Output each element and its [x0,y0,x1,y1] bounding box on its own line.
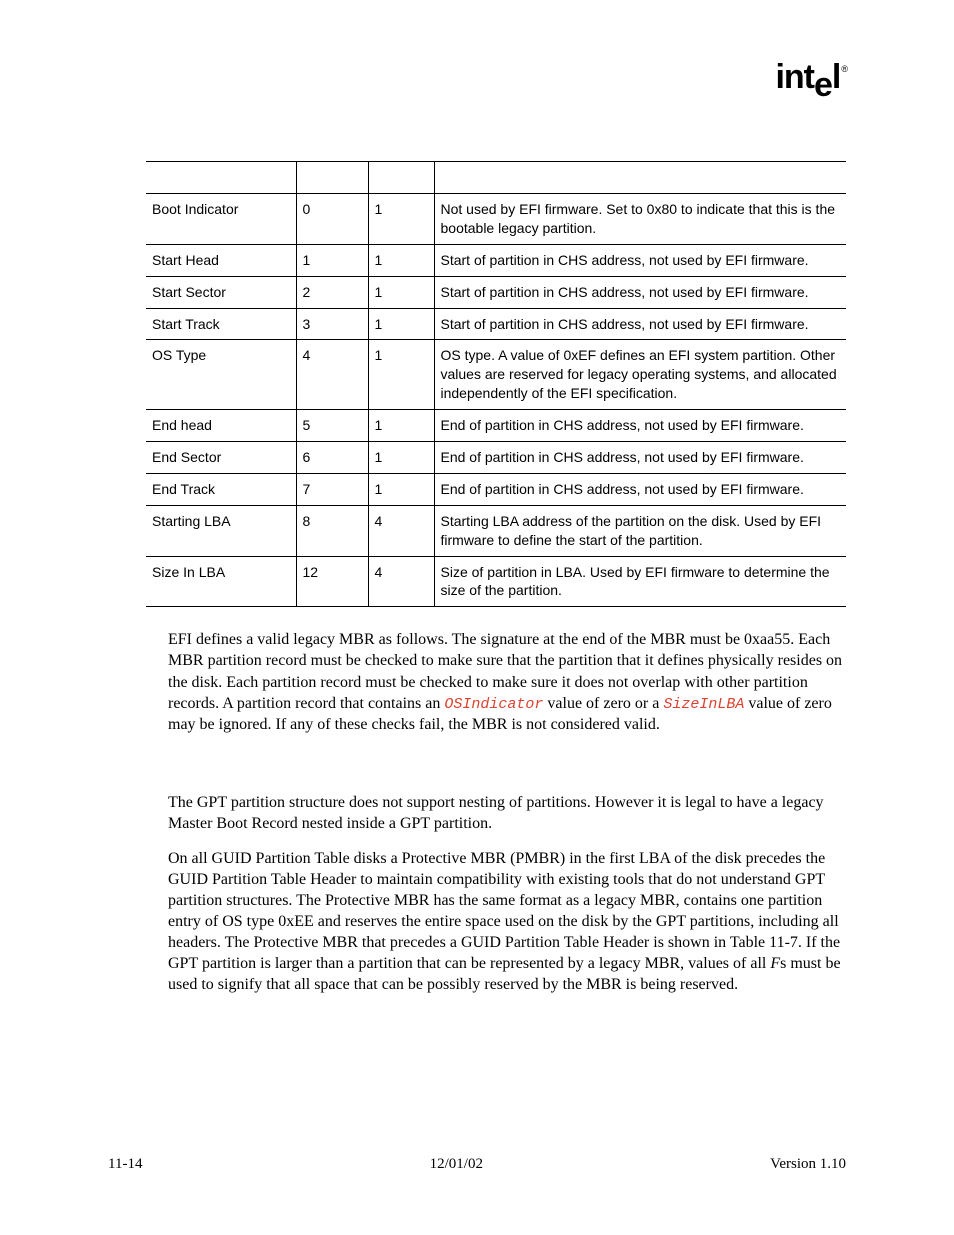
cell-desc: End of partition in CHS address, not use… [434,410,846,442]
paragraph-1: EFI defines a valid legacy MBR as follow… [168,629,848,735]
spacer [108,736,846,770]
col-header [368,162,434,194]
cell-name: End head [146,410,296,442]
registered-icon: ® [841,64,847,74]
table-row: Start Track 3 1 Start of partition in CH… [146,308,846,340]
cell-offset: 8 [296,505,368,556]
table-row: Size In LBA 12 4 Size of partition in LB… [146,556,846,607]
cell-desc: Starting LBA address of the partition on… [434,505,846,556]
cell-name: OS Type [146,340,296,410]
cell-desc: Not used by EFI firmware. Set to 0x80 to… [434,194,846,245]
spec-table: Boot Indicator 0 1 Not used by EFI firmw… [146,161,846,607]
cell-name: Start Track [146,308,296,340]
cell-name: Start Head [146,244,296,276]
cell-name: Start Sector [146,276,296,308]
logo-text-a: int [775,58,814,96]
text: value of zero or a [543,695,663,712]
table-row: End head 5 1 End of partition in CHS add… [146,410,846,442]
table-row: Boot Indicator 0 1 Not used by EFI firmw… [146,194,846,245]
cell-length: 4 [368,505,434,556]
cell-desc: Start of partition in CHS address, not u… [434,244,846,276]
code-osindicator: OSIndicator [444,696,543,713]
cell-length: 1 [368,473,434,505]
paragraph-2: The GPT partition structure does not sup… [168,792,848,834]
cell-name: End Track [146,473,296,505]
cell-offset: 4 [296,340,368,410]
table-row: End Track 7 1 End of partition in CHS ad… [146,473,846,505]
cell-desc: End of partition in CHS address, not use… [434,442,846,474]
logo-text-b: e [814,66,832,104]
cell-offset: 12 [296,556,368,607]
table-row: OS Type 4 1 OS type. A value of 0xEF def… [146,340,846,410]
cell-length: 1 [368,442,434,474]
cell-offset: 6 [296,442,368,474]
cell-desc: Size of partition in LBA. Used by EFI fi… [434,556,846,607]
table-row: Starting LBA 8 4 Starting LBA address of… [146,505,846,556]
cell-offset: 2 [296,276,368,308]
cell-length: 1 [368,340,434,410]
cell-name: End Sector [146,442,296,474]
cell-length: 4 [368,556,434,607]
page-footer: 11-14 12/01/02 Version 1.10 [108,1156,846,1173]
cell-desc: OS type. A value of 0xEF defines an EFI … [434,340,846,410]
cell-desc: Start of partition in CHS address, not u… [434,276,846,308]
intel-logo: intel® [775,58,846,97]
table-row: Start Head 1 1 Start of partition in CHS… [146,244,846,276]
page: intel® Boot Indicator 0 1 Not used by EF… [0,0,954,1235]
cell-offset: 7 [296,473,368,505]
table-row: Start Sector 2 1 Start of partition in C… [146,276,846,308]
cell-length: 1 [368,276,434,308]
cell-desc: Start of partition in CHS address, not u… [434,308,846,340]
cell-offset: 3 [296,308,368,340]
cell-name: Boot Indicator [146,194,296,245]
paragraph-3: On all GUID Partition Table disks a Prot… [168,848,848,996]
cell-name: Starting LBA [146,505,296,556]
cell-offset: 1 [296,244,368,276]
content-area: Boot Indicator 0 1 Not used by EFI firmw… [108,161,846,996]
cell-offset: 5 [296,410,368,442]
col-header [296,162,368,194]
text: On all GUID Partition Table disks a Prot… [168,850,840,973]
cell-length: 1 [368,410,434,442]
italic-f: F [770,955,780,972]
footer-version: Version 1.10 [770,1156,846,1173]
cell-length: 1 [368,194,434,245]
cell-desc: End of partition in CHS address, not use… [434,473,846,505]
table-row: End Sector 6 1 End of partition in CHS a… [146,442,846,474]
cell-length: 1 [368,308,434,340]
col-header [146,162,296,194]
logo-text-c: l [832,58,840,96]
col-header [434,162,846,194]
cell-offset: 0 [296,194,368,245]
footer-page-number: 11-14 [108,1156,142,1173]
cell-name: Size In LBA [146,556,296,607]
table-header-row [146,162,846,194]
cell-length: 1 [368,244,434,276]
footer-date: 12/01/02 [430,1156,483,1173]
code-sizeinlba: SizeInLBA [663,696,744,713]
